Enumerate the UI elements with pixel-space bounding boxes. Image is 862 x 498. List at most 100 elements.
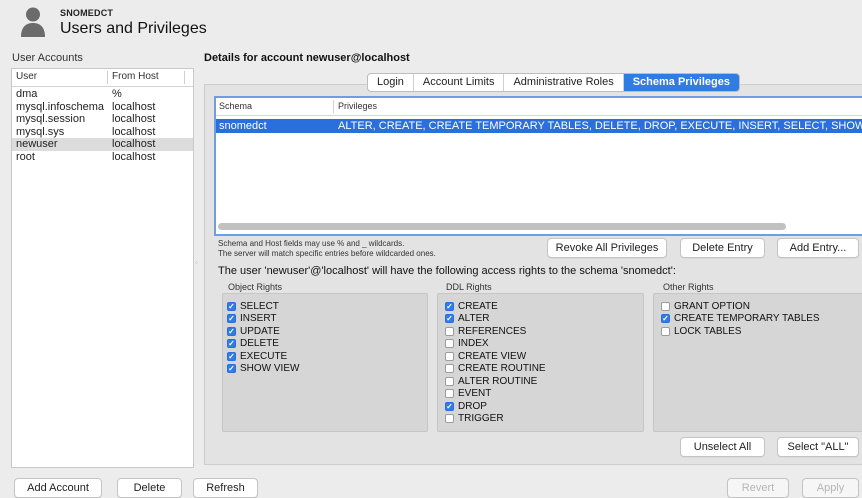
checkbox-insert[interactable]: ✓ INSERT bbox=[227, 313, 277, 325]
user-name: dma bbox=[16, 88, 38, 100]
checkbox-label: EVENT bbox=[458, 388, 492, 399]
unselect-all-button[interactable]: Unselect All bbox=[680, 437, 765, 457]
checkbox-label: CREATE TEMPORARY TABLES bbox=[674, 313, 820, 324]
other-rights-group: GRANT OPTION ✓ CREATE TEMPORARY TABLES LO… bbox=[653, 293, 862, 432]
checkbox-unchecked-icon[interactable] bbox=[445, 364, 454, 373]
checkbox-delete[interactable]: ✓ DELETE bbox=[227, 338, 279, 350]
checkbox-label: SHOW VIEW bbox=[240, 363, 300, 374]
checkbox-alter[interactable]: ✓ ALTER bbox=[445, 313, 490, 325]
schema-table-header: Schema Privileges bbox=[216, 98, 862, 116]
column-header-privileges[interactable]: Privileges bbox=[338, 101, 377, 111]
checkbox-label: CREATE bbox=[458, 300, 498, 312]
column-divider[interactable] bbox=[107, 71, 108, 84]
checkbox-unchecked-icon[interactable] bbox=[445, 351, 454, 361]
user-row[interactable]: mysql.session localhost bbox=[12, 113, 193, 126]
tab-administrative-roles[interactable]: Administrative Roles bbox=[504, 74, 624, 91]
checkbox-checked-icon[interactable]: ✓ bbox=[227, 364, 236, 373]
checkbox-unchecked-icon[interactable] bbox=[445, 414, 454, 423]
checkbox-checked-icon[interactable]: ✓ bbox=[445, 301, 454, 311]
user-accounts-list[interactable]: User From Host dma % mysql.infoschema lo… bbox=[11, 68, 194, 468]
checkbox-unchecked-icon[interactable] bbox=[661, 326, 670, 336]
checkbox-label: DELETE bbox=[240, 338, 279, 349]
object-rights-label: Object Rights bbox=[228, 282, 283, 292]
checkbox-show-view[interactable]: ✓ SHOW VIEW bbox=[227, 363, 299, 375]
checkbox-lock-tables[interactable]: LOCK TABLES bbox=[661, 325, 741, 337]
user-accounts-header: User From Host bbox=[12, 69, 193, 87]
schema-name: snomedct bbox=[219, 120, 267, 132]
checkbox-create-view[interactable]: CREATE VIEW bbox=[445, 350, 526, 362]
checkbox-index[interactable]: INDEX bbox=[445, 338, 489, 350]
user-row-selected[interactable]: newuser localhost bbox=[12, 138, 193, 151]
revoke-all-privileges-button[interactable]: Revoke All Privileges bbox=[547, 238, 667, 258]
splitter-handle-icon[interactable]: ◦ bbox=[195, 258, 198, 267]
checkbox-select[interactable]: ✓ SELECT bbox=[227, 300, 279, 312]
user-host: localhost bbox=[112, 150, 156, 163]
user-name: root bbox=[16, 150, 35, 163]
checkbox-label: SELECT bbox=[240, 300, 279, 312]
checkbox-checked-icon[interactable]: ✓ bbox=[227, 339, 236, 348]
checkbox-checked-icon[interactable]: ✓ bbox=[445, 314, 454, 323]
checkbox-alter-routine[interactable]: ALTER ROUTINE bbox=[445, 375, 537, 387]
column-divider[interactable] bbox=[333, 100, 334, 113]
checkbox-label: UPDATE bbox=[240, 325, 280, 337]
user-name: mysql.sys bbox=[16, 125, 65, 138]
checkbox-label: CREATE ROUTINE bbox=[458, 363, 546, 374]
add-account-button[interactable]: Add Account bbox=[14, 478, 102, 498]
checkbox-unchecked-icon[interactable] bbox=[661, 301, 670, 311]
checkbox-label: INDEX bbox=[458, 338, 489, 349]
checkbox-drop[interactable]: ✓ DROP bbox=[445, 400, 487, 412]
checkbox-label: GRANT OPTION bbox=[674, 300, 750, 312]
tab-login[interactable]: Login bbox=[368, 74, 414, 91]
user-avatar-icon bbox=[21, 7, 45, 37]
tab-schema-privileges[interactable]: Schema Privileges bbox=[623, 74, 739, 91]
select-all-button[interactable]: Select "ALL" bbox=[777, 437, 859, 457]
checkbox-checked-icon[interactable]: ✓ bbox=[227, 314, 236, 323]
user-host: localhost bbox=[112, 138, 156, 150]
page-title: Users and Privileges bbox=[60, 20, 207, 37]
delete-entry-button[interactable]: Delete Entry bbox=[680, 238, 765, 258]
apply-button[interactable]: Apply bbox=[802, 478, 859, 498]
checkbox-event[interactable]: EVENT bbox=[445, 388, 491, 400]
checkbox-create-temporary-tables[interactable]: ✓ CREATE TEMPORARY TABLES bbox=[661, 313, 820, 325]
checkbox-unchecked-icon[interactable] bbox=[445, 376, 454, 386]
checkbox-checked-icon[interactable]: ✓ bbox=[227, 301, 236, 311]
checkbox-checked-icon[interactable]: ✓ bbox=[227, 326, 236, 336]
revert-button[interactable]: Revert bbox=[727, 478, 789, 498]
checkbox-create[interactable]: ✓ CREATE bbox=[445, 300, 498, 312]
add-entry-button[interactable]: Add Entry... bbox=[777, 238, 859, 258]
column-header-from-host[interactable]: From Host bbox=[112, 71, 159, 82]
tab-account-limits[interactable]: Account Limits bbox=[414, 74, 505, 91]
checkbox-checked-icon[interactable]: ✓ bbox=[661, 314, 670, 323]
checkbox-unchecked-icon[interactable] bbox=[445, 339, 454, 348]
checkbox-update[interactable]: ✓ UPDATE bbox=[227, 325, 280, 337]
refresh-button[interactable]: Refresh bbox=[193, 478, 258, 498]
hint-line: Schema and Host fields may use % and _ w… bbox=[218, 239, 405, 248]
user-row[interactable]: root localhost bbox=[12, 151, 193, 164]
column-header-schema[interactable]: Schema bbox=[219, 101, 252, 111]
checkbox-references[interactable]: REFERENCES bbox=[445, 325, 526, 337]
user-name: mysql.session bbox=[16, 113, 86, 125]
checkbox-unchecked-icon[interactable] bbox=[445, 326, 454, 336]
column-divider[interactable] bbox=[184, 71, 185, 84]
checkbox-trigger[interactable]: TRIGGER bbox=[445, 413, 504, 425]
horizontal-scrollbar[interactable] bbox=[218, 223, 786, 230]
checkbox-create-routine[interactable]: CREATE ROUTINE bbox=[445, 363, 546, 375]
schema-row-selected[interactable]: snomedct ALTER, CREATE, CREATE TEMPORARY… bbox=[216, 119, 862, 133]
wildcard-hint: Schema and Host fields may use % and _ w… bbox=[218, 239, 436, 258]
tab-bar: Login Account Limits Administrative Role… bbox=[367, 73, 740, 92]
other-rights-label: Other Rights bbox=[663, 282, 714, 292]
delete-account-button[interactable]: Delete bbox=[117, 478, 182, 498]
ddl-rights-group: ✓ CREATE ✓ ALTER REFERENCES INDEX CREATE V… bbox=[437, 293, 644, 432]
checkbox-execute[interactable]: ✓ EXECUTE bbox=[227, 350, 287, 362]
column-header-user[interactable]: User bbox=[16, 71, 37, 82]
user-row[interactable]: mysql.sys localhost bbox=[12, 126, 193, 139]
user-row[interactable]: mysql.infoschema localhost bbox=[12, 101, 193, 114]
checkbox-grant-option[interactable]: GRANT OPTION bbox=[661, 300, 750, 312]
user-row[interactable]: dma % bbox=[12, 88, 193, 101]
hint-line: The server will match specific entries b… bbox=[218, 248, 436, 258]
ddl-rights-label: DDL Rights bbox=[446, 282, 492, 292]
schema-privileges-table[interactable]: Schema Privileges snomedct ALTER, CREATE… bbox=[214, 96, 862, 236]
checkbox-checked-icon[interactable]: ✓ bbox=[445, 401, 454, 411]
checkbox-unchecked-icon[interactable] bbox=[445, 389, 454, 398]
checkbox-checked-icon[interactable]: ✓ bbox=[227, 351, 236, 361]
